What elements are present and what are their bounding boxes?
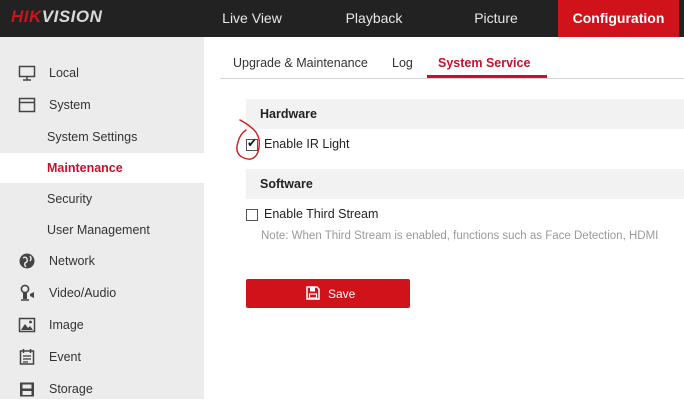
sidebar-item-local[interactable]: Local: [0, 58, 204, 88]
sidebar-item-maintenance[interactable]: Maintenance: [0, 153, 204, 183]
sidebar-item-label: Network: [49, 254, 95, 268]
save-button-label: Save: [328, 287, 356, 301]
sidebar-item-label: User Management: [47, 223, 150, 237]
settings-tabs: Upgrade & Maintenance Log System Service: [220, 44, 684, 79]
tab-log[interactable]: Log: [392, 56, 413, 70]
sidebar-item-network[interactable]: Network: [0, 246, 204, 276]
sidebar-item-event[interactable]: Event: [0, 342, 204, 372]
red-circle-annotation: [236, 119, 261, 160]
sidebar-item-label: Video/Audio: [49, 286, 117, 300]
nav-configuration[interactable]: Configuration: [558, 0, 679, 37]
enable-third-stream-checkbox[interactable]: [246, 209, 258, 221]
sidebar-item-label: System: [49, 98, 91, 112]
sidebar-item-system-settings[interactable]: System Settings: [0, 122, 204, 152]
monitor-icon: [18, 65, 36, 81]
hardware-section-header: Hardware: [246, 99, 684, 129]
sidebar-item-label: Image: [49, 318, 84, 332]
tab-upgrade-maintenance[interactable]: Upgrade & Maintenance: [233, 56, 368, 70]
sidebar: Local System System Settings Maintenance…: [0, 37, 204, 399]
storage-icon: [20, 382, 34, 397]
software-section-header: Software: [246, 169, 684, 199]
globe-icon: [19, 253, 35, 269]
third-stream-note: Note: When Third Stream is enabled, func…: [261, 230, 659, 242]
active-tab-indicator: [427, 75, 547, 78]
system-icon: [18, 97, 36, 113]
sidebar-item-label: Maintenance: [47, 161, 123, 175]
floppy-disk-icon: [306, 286, 320, 300]
tab-system-service[interactable]: System Service: [438, 56, 530, 70]
nav-playback[interactable]: Playback: [324, 0, 424, 37]
event-icon: [19, 349, 35, 365]
top-navigation-bar: HIKVISION Live View Playback Picture Con…: [0, 0, 684, 37]
sidebar-item-video-audio[interactable]: Video/Audio: [0, 278, 204, 308]
sidebar-item-label: Storage: [49, 382, 93, 396]
sidebar-item-system[interactable]: System: [0, 90, 204, 120]
sidebar-item-security[interactable]: Security: [0, 184, 204, 214]
sidebar-item-image[interactable]: Image: [0, 310, 204, 340]
sidebar-item-label: Local: [49, 66, 79, 80]
image-icon: [18, 317, 36, 333]
save-button[interactable]: Save: [246, 279, 410, 308]
sidebar-item-label: System Settings: [47, 130, 138, 144]
video-audio-icon: [20, 284, 34, 301]
nav-live-view[interactable]: Live View: [202, 0, 302, 37]
software-heading: Software: [260, 177, 313, 191]
nav-picture[interactable]: Picture: [446, 0, 546, 37]
sidebar-item-label: Security: [47, 192, 93, 206]
sidebar-item-user-management[interactable]: User Management: [0, 215, 204, 245]
enable-third-stream-label: Enable Third Stream: [264, 207, 379, 221]
sidebar-item-storage[interactable]: Storage: [0, 374, 204, 404]
hikvision-logo: HIKVISION: [11, 7, 103, 26]
sidebar-item-label: Event: [49, 350, 81, 364]
